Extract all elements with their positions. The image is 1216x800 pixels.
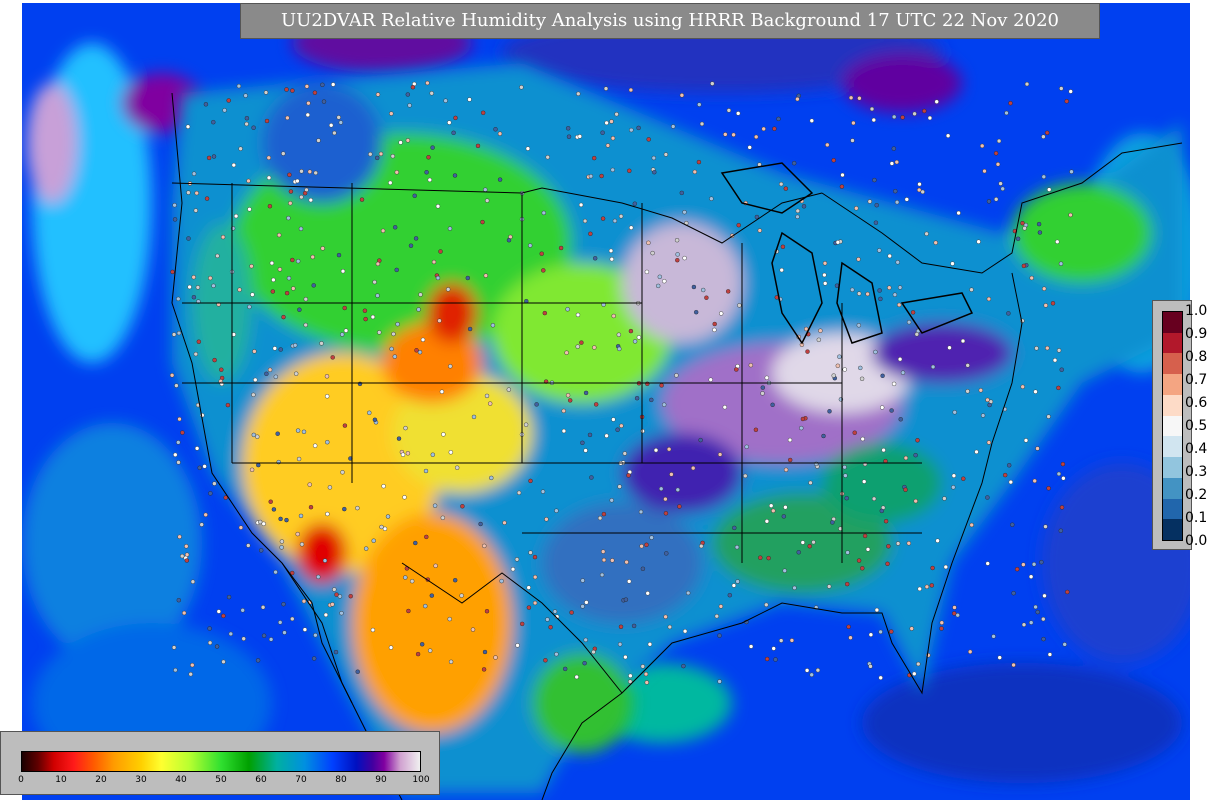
rh-analysis-map [22,3,1190,800]
rh-colorbar-tick-label: 70 [295,775,307,785]
ob-colorbar-swatch [1163,353,1182,375]
rh-colorbar-tick-label: 90 [375,775,387,785]
ob-colorbar-swatch [1163,394,1182,417]
ob-colorbar-swatch [1163,457,1182,479]
ob-colorbar-tick-label: 1.0 [1185,303,1208,319]
rh-colorbar-tick-label: 60 [255,775,267,785]
ob-colorbar-tick-label: 0.4 [1185,441,1208,457]
ob-colorbar-swatch [1163,519,1182,541]
rh-colorbar-tick-label: 100 [412,775,430,785]
ob-colorbar-tick-label: 0.6 [1185,395,1208,411]
ob-colorbar-swatch [1163,436,1182,458]
ob-colorbar-tick-label: 0.2 [1185,487,1208,503]
ob-colorbar-swatch [1163,477,1182,500]
ob-colorbar: 1.0 0.9 0.8 0.7 0.6 0.5 0.4 0.3 0.2 0.1 0.0 [1152,300,1207,550]
ob-colorbar-tick-label: 0.9 [1185,326,1208,342]
ob-colorbar-swatch [1163,312,1182,334]
ob-colorbar-tick-label: 0.8 [1185,349,1208,365]
rh-colorbar-tick-label: 50 [215,775,227,785]
ob-colorbar-swatch [1163,498,1182,520]
ob-colorbar-tick-label: 0.0 [1185,533,1208,549]
ob-colorbar-gradient [1162,311,1183,541]
rh-colorbar-tick-label: 80 [335,775,347,785]
ob-colorbar-swatch [1163,415,1182,437]
rh-colorbar: 0 10 20 30 40 50 60 70 80 90 100 [0,731,440,795]
map-title: UU2DVAR Relative Humidity Analysis using… [240,3,1100,39]
ob-colorbar-swatch [1163,332,1182,354]
rh-colorbar-tick-label: 0 [18,775,24,785]
ob-colorbar-tick-label: 0.1 [1185,510,1208,526]
ob-colorbar-swatch [1163,374,1182,396]
rh-colorbar-tick-label: 30 [135,775,147,785]
ob-colorbar-tick-label: 0.7 [1185,372,1208,388]
rh-colorbar-tick-label: 40 [175,775,187,785]
rh-colorbar-tick-label: 10 [55,775,67,785]
rh-colorbar-tick-label: 20 [95,775,107,785]
ob-colorbar-tick-label: 0.5 [1185,418,1208,434]
rh-colorbar-gradient [21,751,421,772]
ob-colorbar-tick-label: 0.3 [1185,464,1208,480]
